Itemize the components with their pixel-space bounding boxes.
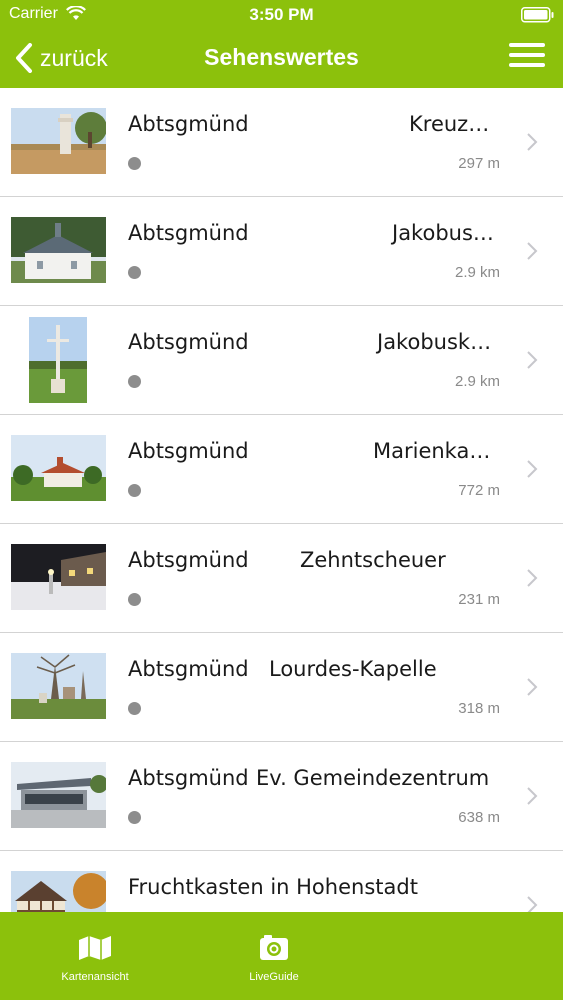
distance-label: 2.9 km [454,264,500,281]
status-dot [128,375,141,388]
sight-title: Marienka… [373,439,491,463]
sight-title: Jakobus… [392,221,494,245]
chevron-right-icon [527,678,538,696]
distance-label: 772 m [458,482,500,499]
list-item[interactable]: Abtsgmünd Ev. Gemeindezentrum 638 m [0,742,563,851]
chevron-right-icon [527,133,538,151]
status-dot [128,811,141,824]
thumbnail-image [11,871,106,912]
status-dot [128,157,141,170]
chevron-right-icon [527,787,538,805]
sights-list: Abtsgmünd Kreuz… 297 m Abtsgmünd Jakobus… [0,88,563,912]
battery-icon [521,7,554,23]
list-item[interactable]: Abtsgmünd Kreuz… 297 m [0,88,563,197]
tab-bar: Kartenansicht LiveGuide [0,912,563,1000]
sight-title: Kreuz… [409,112,490,136]
status-dot [128,266,141,279]
chevron-right-icon [527,460,538,478]
status-dot [128,593,141,606]
status-time: 3:50 PM [249,5,314,24]
tab-map-view[interactable]: Kartenansicht [5,912,185,1000]
page-title: Sehenswertes [204,44,359,70]
status-bar: Carrier 3:50 PM [0,0,563,30]
place-label: Abtsgmünd [128,330,249,354]
sight-title: Lourdes-Kapelle [269,657,437,681]
list-item[interactable]: Abtsgmünd Lourdes-Kapelle 318 m [0,633,563,742]
chevron-right-icon [527,569,538,587]
place-label: Abtsgmünd [128,548,249,572]
list-item[interactable]: Abtsgmünd Jakobusk… 2.9 km [0,306,563,415]
distance-label: 2.9 km [454,373,500,390]
place-label: Abtsgmünd [128,439,249,463]
list-item[interactable]: Abtsgmünd Jakobus… 2.9 km [0,197,563,306]
distance-label: 638 m [458,809,500,826]
tab-liveguide[interactable]: LiveGuide [184,912,364,1000]
list-item[interactable]: Abtsgmünd Zehntscheuer 231 m [0,524,563,633]
list-item[interactable]: Abtsgmünd Marienka… 772 m [0,415,563,524]
thumbnail-image [11,544,106,610]
distance-label: 231 m [458,591,500,608]
place-label: Abtsgmünd [128,657,249,681]
camera-icon [260,935,288,960]
chevron-right-icon [527,896,538,912]
place-label: Abtsgmünd [128,766,249,790]
tab-label: LiveGuide [249,971,299,983]
thumbnail-image [11,217,106,283]
list-item[interactable]: Fruchtkasten in Hohenstadt [0,851,563,912]
sight-title: Ev. Gemeindezentrum [256,766,490,790]
distance-label: 318 m [458,700,500,717]
thumbnail-image [11,653,106,719]
header: Carrier 3:50 PM zurück Sehenswertes [0,0,563,88]
status-dot [128,702,141,715]
thumbnail-image [29,317,87,403]
status-dot [128,484,141,497]
tab-label: Kartenansicht [61,971,129,983]
map-icon [79,936,111,960]
sight-title: Fruchtkasten in Hohenstadt [128,875,418,899]
place-label: Abtsgmünd [128,221,249,245]
sight-title: Zehntscheuer [300,548,446,572]
chevron-right-icon [527,351,538,369]
distance-label: 297 m [458,155,500,172]
nav-bar: zurück Sehenswertes [0,30,563,88]
thumbnail-image [11,435,106,501]
thumbnail-image [11,108,106,174]
place-label: Abtsgmünd [128,112,249,136]
sight-title: Jakobusk… [377,330,492,354]
hamburger-menu-icon[interactable] [509,43,545,71]
chevron-right-icon [527,242,538,260]
thumbnail-image [11,762,106,828]
